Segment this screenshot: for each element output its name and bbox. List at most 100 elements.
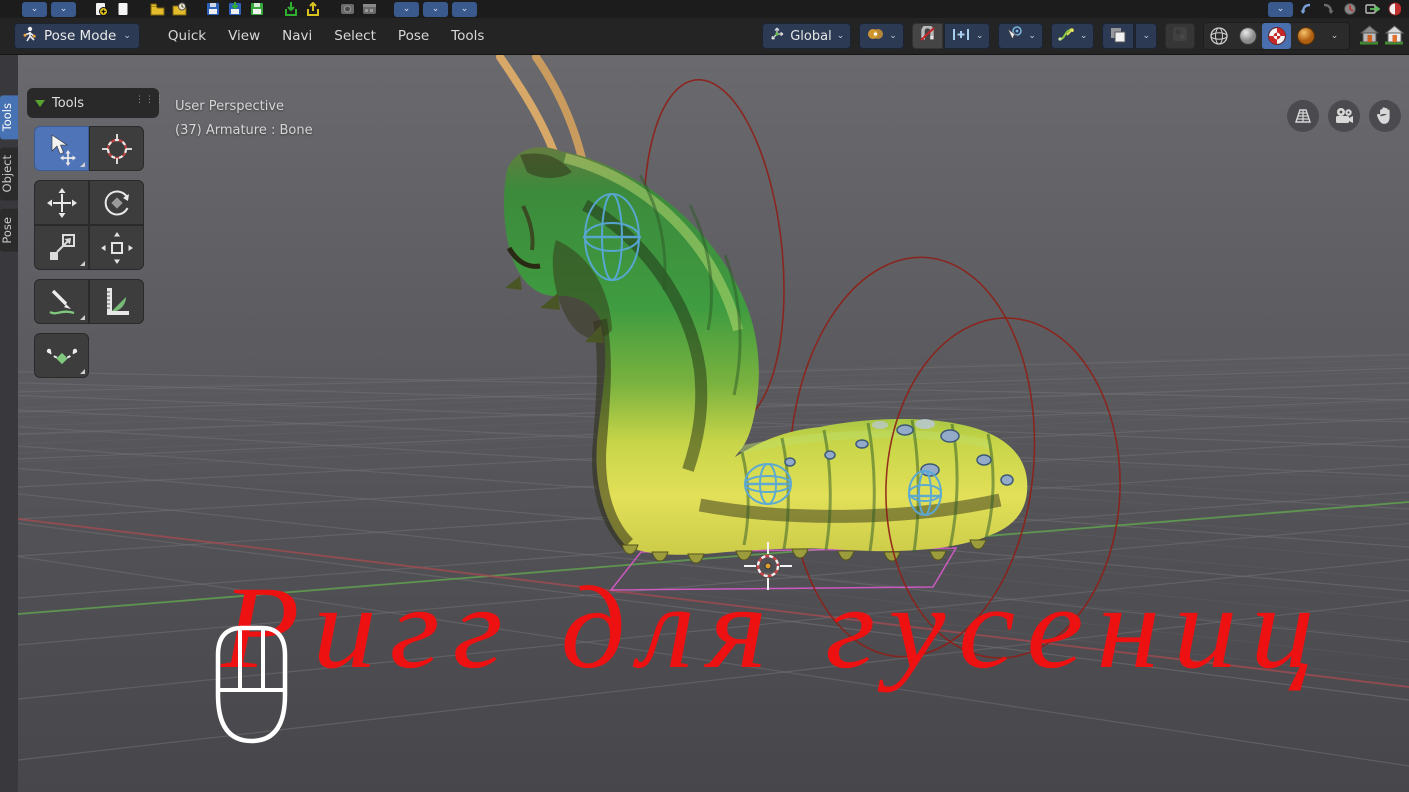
chevron-down-icon: ⌄: [1330, 30, 1339, 41]
tool-cursor[interactable]: [89, 126, 144, 171]
pivot-point-icon: [866, 27, 884, 45]
mode-dropdown[interactable]: Pose Mode ⌄: [14, 23, 140, 49]
custom-toolbar: ⌄ ⌄ ⌄ ⌄ ⌄ ⌄: [0, 0, 1409, 18]
view-name-text: User Perspective: [175, 99, 285, 114]
chevron-down-icon: ⌄: [123, 30, 131, 41]
camera-icon: [1336, 108, 1353, 123]
tool-select-box[interactable]: [34, 126, 89, 171]
sidebar-tab-pose[interactable]: Pose: [0, 208, 18, 252]
material-sphere-icon[interactable]: [1385, 2, 1403, 17]
snap-target-dropdown[interactable]: ⌄: [943, 23, 991, 49]
hand-icon: [1377, 107, 1390, 124]
render-animation-icon[interactable]: [360, 2, 378, 17]
orientation-axes-icon: [769, 26, 785, 46]
chevron-down-icon: ⌄: [1142, 30, 1150, 41]
chevron-down-icon: ⌄: [889, 30, 897, 41]
collapse-triangle-icon[interactable]: [35, 99, 45, 107]
shading-solid-button[interactable]: [1233, 23, 1262, 49]
xray-icon: [1172, 26, 1188, 46]
menu-bar: Quick View Navi Select Pose Tools: [158, 24, 495, 48]
chevron-down-icon: ⌄: [1028, 30, 1036, 41]
pose-figure-icon: [21, 26, 37, 46]
grid-icon: [1295, 109, 1311, 123]
shading-material-button[interactable]: [1262, 23, 1291, 49]
chevron-down-icon: ⌄: [975, 30, 984, 41]
transform-orientation-dropdown[interactable]: Global ⌄: [762, 23, 852, 49]
tool-annotate[interactable]: [34, 279, 89, 324]
toolbar-dropdown-icon[interactable]: ⌄: [452, 1, 477, 17]
save-icon[interactable]: [204, 2, 222, 17]
snap-toggle[interactable]: [911, 23, 943, 49]
recover-session-icon[interactable]: [1341, 2, 1359, 17]
shading-dropdown[interactable]: ⌄: [1320, 23, 1349, 49]
menu-select[interactable]: Select: [324, 24, 386, 48]
link-append-icon[interactable]: [1363, 2, 1381, 17]
menu-pose[interactable]: Pose: [388, 24, 439, 48]
save-copy-icon[interactable]: [248, 2, 266, 17]
import-icon[interactable]: [282, 2, 300, 17]
chevron-down-icon: ⌄: [836, 30, 845, 41]
export-icon[interactable]: [304, 2, 322, 17]
viewport-nav-gizmos: [1287, 100, 1401, 132]
save-as-icon[interactable]: [226, 2, 244, 17]
viewport-info: User Perspective (37) Armature : Bone: [175, 95, 313, 143]
sidebar-tab-object[interactable]: Object: [0, 147, 18, 201]
render-image-icon[interactable]: [338, 2, 356, 17]
home-icon[interactable]: [1383, 22, 1405, 50]
menu-quick[interactable]: Quick: [158, 24, 216, 48]
toolbar-dropdown-icon[interactable]: ⌄: [394, 1, 419, 17]
tool-rotate[interactable]: [89, 180, 144, 225]
caterpillar-body: [504, 147, 1028, 555]
shading-rendered-button[interactable]: [1291, 23, 1320, 49]
sidebar-tab-tools[interactable]: Tools: [0, 95, 18, 140]
home-icon[interactable]: [1358, 22, 1380, 50]
tool-move[interactable]: [34, 180, 89, 225]
mouse-icon: [215, 625, 288, 744]
toolbar-dropdown-icon[interactable]: ⌄: [22, 1, 47, 17]
viewport-3d[interactable]: User Perspective (37) Armature : Bone To…: [18, 55, 1409, 792]
tools-panel-title: Tools: [52, 95, 85, 111]
tool-pose-breakdowner[interactable]: [34, 333, 89, 378]
shading-mode-switch: ⌄: [1203, 22, 1350, 50]
recent-folder-icon[interactable]: [170, 2, 188, 17]
falloff-curve-icon: [1058, 26, 1075, 46]
proportional-editing-icon: [1005, 26, 1023, 46]
viewport-header: Pose Mode ⌄ Quick View Navi Select Pose …: [0, 18, 1409, 55]
drag-grip-icon[interactable]: ⋮⋮⋮: [135, 96, 164, 108]
toolbar-dropdown-icon[interactable]: ⌄: [51, 1, 76, 17]
toolbar-dropdown-icon[interactable]: ⌄: [423, 1, 448, 17]
zoom-grid-button[interactable]: [1287, 100, 1319, 132]
falloff-dropdown[interactable]: ⌄: [1050, 23, 1095, 49]
magnet-icon: [919, 24, 936, 47]
overlays-toggle[interactable]: [1102, 23, 1135, 49]
menu-tools[interactable]: Tools: [441, 24, 494, 48]
tool-transform[interactable]: [89, 225, 144, 270]
menu-view[interactable]: View: [218, 24, 270, 48]
pivot-point-dropdown[interactable]: ⌄: [859, 23, 904, 49]
snap-increment-icon: [951, 27, 971, 46]
caption-text: Ригг для гусениц: [221, 562, 1328, 693]
xray-toggle[interactable]: [1165, 23, 1195, 49]
tab-strip: Tools Object Pose: [0, 55, 18, 792]
tool-scale[interactable]: [34, 225, 89, 270]
new-file-icon[interactable]: [92, 2, 110, 17]
undo-icon[interactable]: [1297, 2, 1315, 17]
active-object-text: (37) Armature : Bone: [175, 123, 313, 138]
tools-panel: Tools ⋮⋮⋮: [27, 88, 164, 387]
blank-file-icon[interactable]: [114, 2, 132, 17]
open-folder-icon[interactable]: [148, 2, 166, 17]
redo-icon[interactable]: [1319, 2, 1337, 17]
overlays-dropdown[interactable]: ⌄: [1135, 23, 1157, 49]
orientation-label: Global: [790, 28, 832, 44]
camera-view-button[interactable]: [1328, 100, 1360, 132]
pan-hand-button[interactable]: [1369, 100, 1401, 132]
chevron-down-icon: ⌄: [1079, 30, 1088, 41]
tools-panel-header[interactable]: Tools ⋮⋮⋮: [27, 88, 164, 118]
proportional-editing-dropdown[interactable]: ⌄: [998, 23, 1043, 49]
toolbar-dropdown-icon[interactable]: ⌄: [1268, 1, 1293, 17]
shading-wireframe-button[interactable]: [1204, 23, 1233, 49]
tool-measure[interactable]: [89, 279, 144, 324]
overlays-icon: [1109, 26, 1127, 47]
menu-navi[interactable]: Navi: [272, 24, 322, 48]
mode-label: Pose Mode: [44, 28, 117, 44]
